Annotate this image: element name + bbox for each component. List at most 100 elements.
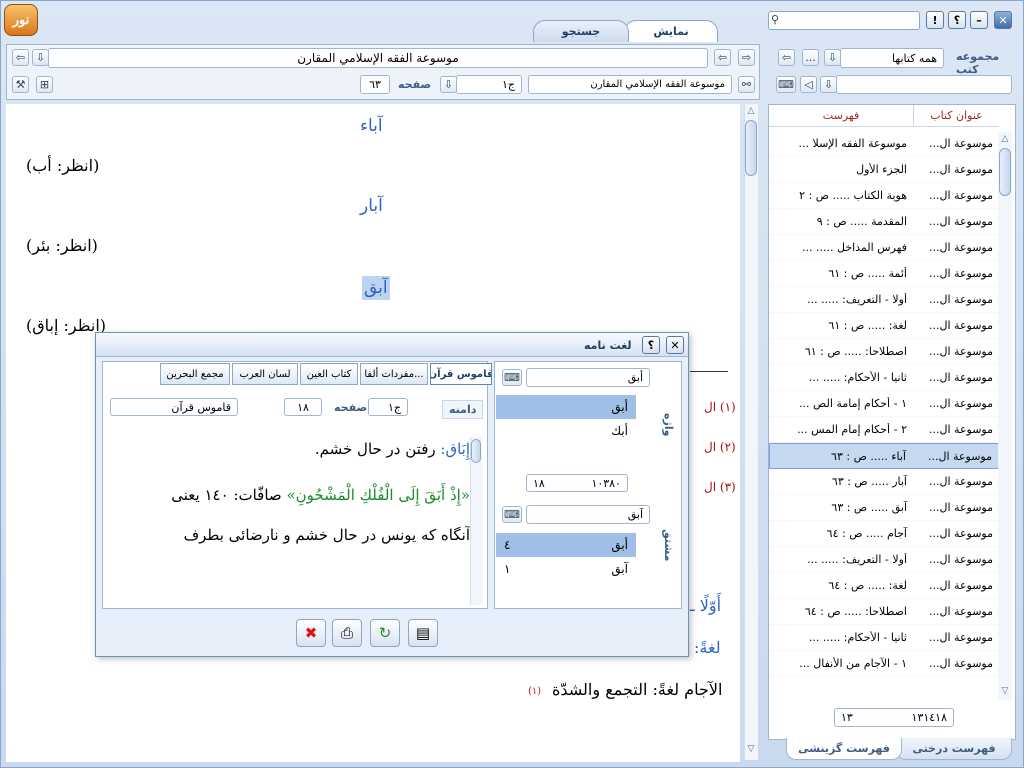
- index-row[interactable]: موسوعة ال... آبق ..... ص : ٦٣: [769, 495, 999, 521]
- book-title-field[interactable]: موسوعة الفقه الإسلامي المقارن: [48, 48, 708, 68]
- word-list-item[interactable]: آبق ١: [496, 557, 636, 581]
- nav-left-arrow-icon[interactable]: ⇦: [778, 49, 795, 66]
- index-row[interactable]: موسوعة ال... ثانيا - الأحكام: ..... ...: [769, 365, 999, 391]
- entry-scroll-thumb[interactable]: [471, 439, 481, 463]
- scroll-up-icon[interactable]: △: [744, 106, 758, 116]
- entry-heading-abar: آبار: [360, 196, 383, 216]
- index-row[interactable]: موسوعة ال... ١ - أحكام إمامة الص ...: [769, 391, 999, 417]
- index-prev-icon[interactable]: ◁: [800, 76, 817, 93]
- index-scroll-down-icon[interactable]: ▽: [998, 686, 1012, 696]
- dictionary-tab[interactable]: كتاب العين: [300, 363, 358, 385]
- content-scrollbar[interactable]: [744, 104, 758, 760]
- index-search-input[interactable]: [836, 75, 1012, 94]
- info-button[interactable]: !: [926, 11, 944, 29]
- keyboard-icon[interactable]: ⌨: [776, 76, 796, 93]
- last-line-ref[interactable]: (١): [528, 686, 541, 697]
- split-view-icon[interactable]: ⊞: [36, 76, 53, 93]
- tab-search[interactable]: جستجو: [533, 20, 629, 42]
- tab-selective-index[interactable]: فهرست گزینشی: [786, 738, 902, 760]
- dialog-page-field[interactable]: ١٨: [284, 398, 322, 416]
- column-book-title[interactable]: عنوان كتاب: [913, 105, 999, 127]
- entry-verse-ref: صافّات: ١٤٠ يعنى: [171, 486, 282, 504]
- index-row[interactable]: موسوعة ال... ١ - الآجام من الأنفال ...: [769, 651, 999, 677]
- copy-to-book-button[interactable]: ↻: [370, 619, 400, 647]
- index-row[interactable]: موسوعة ال... اصطلاحا: ..... ص : ٦١: [769, 339, 999, 365]
- scroll-down-icon[interactable]: ▽: [744, 744, 758, 754]
- index-panel: عنوان كتاب فهرست موسوعة ال... موسوعة الفق…: [768, 104, 1016, 740]
- volume-dropdown-icon[interactable]: ⇩: [440, 76, 457, 93]
- book-select-field[interactable]: موسوعة الفقه الإسلامي المقارن: [528, 75, 732, 94]
- collection-select[interactable]: همه کتابها: [840, 48, 944, 68]
- word-search-input[interactable]: أبق: [526, 368, 650, 387]
- tag-icon[interactable]: ⚯: [738, 76, 755, 93]
- index-row-title: ثانيا - الأحكام: ..... ...: [808, 371, 907, 384]
- down-arrow-icon[interactable]: ⇩: [32, 49, 49, 66]
- dialog-close-x-button[interactable]: ✖: [296, 619, 326, 647]
- index-row[interactable]: موسوعة ال... الجزء الأول: [769, 157, 999, 183]
- forward-arrow-icon[interactable]: ⇨: [738, 49, 755, 66]
- index-row-book: موسوعة ال...: [929, 631, 993, 644]
- dialog-keyboard-icon[interactable]: ⌨: [502, 369, 522, 386]
- dictionary-tab[interactable]: لسان العرب: [232, 363, 298, 385]
- dialog-close-button[interactable]: ✕: [666, 336, 684, 354]
- back-arrow-icon[interactable]: ⇦: [12, 49, 29, 66]
- app-logo[interactable]: نور: [4, 4, 38, 36]
- dictionary-tab[interactable]: مجمع البحرين: [160, 363, 230, 385]
- tab-tree-index[interactable]: فهرست درختی: [896, 738, 1012, 760]
- index-scrollbar[interactable]: [998, 132, 1012, 700]
- help-button[interactable]: ؟: [948, 11, 966, 29]
- index-row[interactable]: موسوعة ال... آبار ..... ص : ٦٣: [769, 469, 999, 495]
- word-list-item[interactable]: أبق: [496, 395, 636, 419]
- entry-meaning: رفتن در حال خشم.: [314, 440, 436, 458]
- column-index[interactable]: فهرست: [769, 105, 913, 127]
- entry-heading-abiq-highlight[interactable]: آبق: [362, 276, 390, 300]
- quick-search-input[interactable]: [768, 11, 920, 30]
- index-scroll-thumb[interactable]: [999, 148, 1011, 196]
- dictionary-tab[interactable]: قاموس قرآن: [430, 363, 492, 385]
- index-row[interactable]: موسوعة ال... أئمة ..... ص : ٦١: [769, 261, 999, 287]
- document-button[interactable]: ▤: [408, 619, 438, 647]
- index-scroll-up-icon[interactable]: △: [998, 134, 1012, 144]
- minimize-button[interactable]: –: [970, 11, 988, 29]
- index-row[interactable]: موسوعة ال... اصطلاحا: ..... ص : ٦٤: [769, 599, 999, 625]
- index-dropdown-icon[interactable]: ⇩: [820, 76, 837, 93]
- derivative-search-input[interactable]: آبق: [526, 505, 650, 524]
- index-row-title: فهرس المداخل ..... ...: [801, 241, 907, 254]
- index-row[interactable]: موسوعة ال... لغة: ..... ص : ٦٤: [769, 573, 999, 599]
- index-row-title: موسوعة الفقه الإسلا ...: [798, 137, 907, 150]
- index-counter-right: ١٣١٤١٨: [911, 711, 947, 724]
- word-text: أبك: [611, 424, 628, 438]
- forward-left-arrow-icon[interactable]: ⇦: [714, 49, 731, 66]
- dialog-dictionary-field[interactable]: قاموس قرآن: [110, 398, 238, 416]
- scroll-thumb[interactable]: [745, 120, 757, 176]
- index-row[interactable]: موسوعة ال... آباء ..... ص : ٦٣: [769, 443, 999, 469]
- collection-dropdown-icon[interactable]: ⇩: [824, 49, 841, 66]
- dictionary-tab[interactable]: مفردات ألفا...: [360, 363, 428, 385]
- more-options-button[interactable]: ...: [802, 49, 819, 66]
- index-row[interactable]: موسوعة ال... هوية الكتاب ..... ص : ٢: [769, 183, 999, 209]
- tab-display[interactable]: نمایش: [624, 20, 718, 42]
- index-row[interactable]: موسوعة ال... المقدمة ..... ص : ٩: [769, 209, 999, 235]
- dialog-volume-field[interactable]: ج۱: [368, 398, 408, 416]
- dialog-keyboard-icon-2[interactable]: ⌨: [502, 506, 522, 523]
- index-row[interactable]: موسوعة ال... فهرس المداخل ..... ...: [769, 235, 999, 261]
- index-row[interactable]: موسوعة ال... أولا - التعريف: ..... ...: [769, 287, 999, 313]
- dialog-help-button[interactable]: ؟: [642, 336, 660, 354]
- word-list-item[interactable]: أبق ٤: [496, 533, 636, 557]
- index-row[interactable]: موسوعة ال... ثانيا - الأحكام: ..... ...: [769, 625, 999, 651]
- index-row[interactable]: موسوعة ال... آجام ..... ص : ٦٤: [769, 521, 999, 547]
- wrench-icon[interactable]: ⚒: [12, 76, 29, 93]
- close-button[interactable]: ✕: [994, 11, 1012, 29]
- volume-field[interactable]: ج۱: [456, 75, 522, 94]
- print-button[interactable]: ⎙: [332, 619, 362, 647]
- index-row-book: موسوعة ال...: [929, 215, 993, 228]
- derivatives-side-label[interactable]: مشتق: [662, 529, 675, 561]
- page-number-field[interactable]: ٦٣: [360, 75, 390, 94]
- search-icon[interactable]: ⚲: [771, 13, 779, 26]
- word-list-item[interactable]: أبك: [496, 419, 636, 443]
- index-row[interactable]: موسوعة ال... لغة: ..... ص : ٦١: [769, 313, 999, 339]
- index-row[interactable]: موسوعة ال... أولا - التعريف: ..... ...: [769, 547, 999, 573]
- index-row[interactable]: موسوعة ال... موسوعة الفقه الإسلا ...: [769, 131, 999, 157]
- words-side-label[interactable]: واژه: [662, 413, 675, 436]
- index-row[interactable]: موسوعة ال... ٢ - أحكام إمام المس ...: [769, 417, 999, 443]
